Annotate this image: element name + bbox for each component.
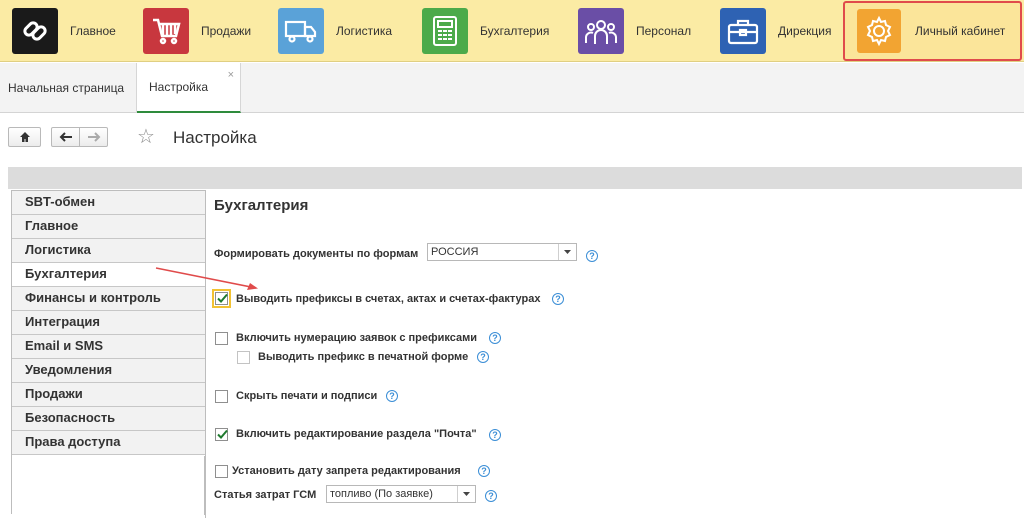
- back-button[interactable]: [51, 127, 80, 147]
- menu-item-security[interactable]: Безопасность: [12, 407, 205, 431]
- section-accounting[interactable]: Бухгалтерия: [422, 0, 549, 62]
- calculator-icon: [422, 8, 468, 54]
- menu-item-logistics[interactable]: Логистика: [12, 239, 205, 263]
- open-tabs-bar: Начальная страница Настройка ×: [0, 63, 1024, 113]
- arrow-right-icon: [87, 132, 101, 142]
- menu-item-sbt-exchange[interactable]: SBT-обмен: [12, 191, 205, 215]
- section-label: Продажи: [201, 24, 252, 38]
- checkmark-icon: [217, 293, 228, 303]
- section-label: Логистика: [336, 24, 393, 38]
- gear-icon: [857, 9, 901, 53]
- section-label: Бухгалтерия: [480, 24, 550, 38]
- section-label: Личный кабинет: [915, 24, 1006, 38]
- hide-stamps-checkbox[interactable]: [215, 390, 228, 403]
- menu-empty-area: [12, 456, 205, 515]
- menu-item-accounting[interactable]: Бухгалтерия: [12, 263, 205, 287]
- help-icon[interactable]: ?: [478, 465, 490, 477]
- tab-home-page[interactable]: Начальная страница: [0, 63, 137, 113]
- divider: [205, 190, 206, 518]
- help-icon[interactable]: ?: [489, 332, 501, 344]
- help-icon[interactable]: ?: [477, 351, 489, 363]
- edit-lock-date-checkbox[interactable]: [215, 465, 228, 478]
- select-value: РОССИЯ: [431, 246, 479, 258]
- menu-item-sales[interactable]: Продажи: [12, 383, 205, 407]
- page-title: Настройка: [173, 128, 257, 147]
- edit-lock-date-label[interactable]: Установить дату запрета редактирования: [232, 465, 461, 477]
- document-forms-select[interactable]: РОССИЯ: [427, 243, 577, 261]
- close-icon[interactable]: ×: [228, 69, 234, 81]
- help-icon[interactable]: ?: [489, 429, 501, 441]
- menu-item-notifications[interactable]: Уведомления: [12, 359, 205, 383]
- checkmark-icon: [217, 429, 228, 439]
- hide-stamps-label[interactable]: Скрыть печати и подписи: [236, 390, 377, 402]
- section-personnel[interactable]: Персонал: [578, 0, 691, 62]
- order-numbering-checkbox[interactable]: [215, 332, 228, 345]
- print-prefix-label[interactable]: Выводить префикс в печатной форме: [258, 351, 468, 363]
- settings-header-strip: [8, 167, 1022, 189]
- people-icon: [578, 8, 624, 54]
- order-numbering-label[interactable]: Включить нумерацию заявок с префиксами: [236, 332, 477, 344]
- menu-item-integration[interactable]: Интеграция: [12, 311, 205, 335]
- tab-settings[interactable]: Настройка ×: [137, 63, 241, 113]
- section-management[interactable]: Дирекция: [720, 0, 832, 62]
- section-label: Персонал: [636, 24, 692, 38]
- menu-item-main[interactable]: Главное: [12, 215, 205, 239]
- menu-item-finance-control[interactable]: Финансы и контроль: [12, 287, 205, 311]
- prefixes-checkbox[interactable]: [212, 289, 231, 308]
- tab-label: Начальная страница: [8, 81, 125, 95]
- mail-editing-label[interactable]: Включить редактирование раздела "Почта": [236, 428, 477, 440]
- chevron-down-icon[interactable]: [558, 244, 576, 260]
- print-prefix-checkbox[interactable]: [237, 351, 250, 364]
- prefixes-label[interactable]: Выводить префиксы в счетах, актах и счет…: [236, 293, 540, 305]
- arrow-left-icon: [59, 132, 73, 142]
- star-icon[interactable]: ☆: [137, 126, 155, 148]
- section-personal-account[interactable]: Личный кабинет: [843, 1, 1022, 61]
- section-panel: Главное Продажи Логистика Бухгалтерия Пе…: [0, 0, 1024, 62]
- section-logistics[interactable]: Логистика: [278, 0, 392, 62]
- menu-item-email-sms[interactable]: Email и SMS: [12, 335, 205, 359]
- home-icon: [19, 131, 31, 143]
- select-value: топливо (По заявке): [330, 488, 433, 500]
- settings-sections-menu: SBT-обмен Главное Логистика Бухгалтерия …: [11, 190, 205, 515]
- tab-label: Настройка: [149, 80, 209, 94]
- briefcase-icon: [720, 8, 766, 54]
- section-main[interactable]: Главное: [12, 0, 116, 62]
- section-title: Бухгалтерия: [214, 197, 309, 214]
- chevron-down-icon[interactable]: [457, 486, 475, 502]
- menu-item-access-rights[interactable]: Права доступа: [12, 431, 205, 455]
- mail-editing-checkbox[interactable]: [215, 428, 228, 441]
- help-icon[interactable]: ?: [485, 490, 497, 502]
- help-icon[interactable]: ?: [586, 250, 598, 262]
- fuel-cost-label: Статья затрат ГСМ: [214, 489, 317, 501]
- cart-icon: [143, 8, 189, 54]
- forward-button[interactable]: [79, 127, 108, 147]
- document-forms-label: Формировать документы по формам: [214, 248, 419, 260]
- fuel-cost-select[interactable]: топливо (По заявке): [326, 485, 476, 503]
- help-icon[interactable]: ?: [386, 390, 398, 402]
- main-logo-icon: [12, 8, 58, 54]
- help-icon[interactable]: ?: [552, 293, 564, 305]
- truck-icon: [278, 8, 324, 54]
- section-sales[interactable]: Продажи: [143, 0, 251, 62]
- section-label: Главное: [70, 24, 116, 38]
- section-label: Дирекция: [778, 24, 832, 38]
- home-button[interactable]: [8, 127, 41, 147]
